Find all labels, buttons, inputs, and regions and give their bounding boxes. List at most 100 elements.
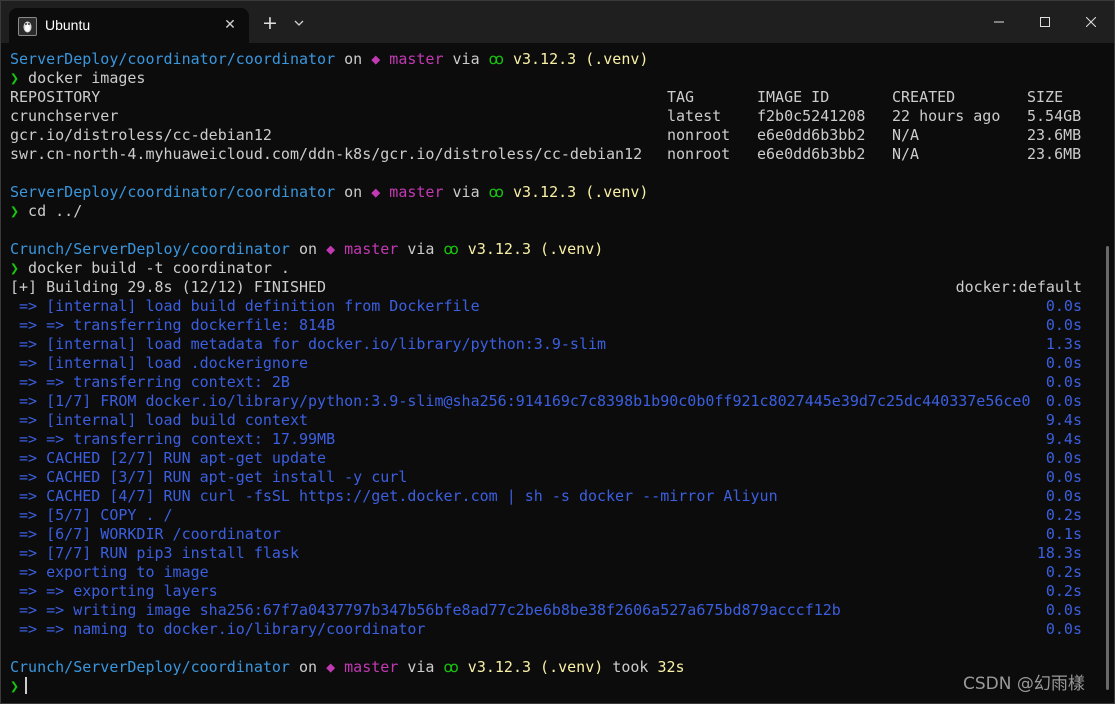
prompt-path: Crunch/ServerDeploy/coordinator bbox=[10, 658, 290, 676]
close-window-button[interactable] bbox=[1068, 1, 1114, 43]
table-header: REPOSITORY TAG IMAGE ID CREATED SIZE bbox=[10, 88, 1064, 106]
prompt-path: ServerDeploy/coordinator/coordinator bbox=[10, 183, 336, 201]
build-step-line: => => transferring context: 17.99MB 9.4s bbox=[10, 430, 1082, 449]
prompt-path: ServerDeploy/coordinator/coordinator bbox=[10, 50, 336, 68]
git-branch-icon: ◆ bbox=[371, 50, 381, 68]
build-step-text: => [internal] load metadata for docker.i… bbox=[10, 335, 607, 353]
build-step-line: => [internal] load .dockerignore 0.0s bbox=[10, 354, 1082, 373]
git-branch-icon: ◆ bbox=[371, 183, 381, 201]
command-line: ❯ docker build -t coordinator . bbox=[10, 259, 290, 278]
build-step-line: => [1/7] FROM docker.io/library/python:3… bbox=[10, 392, 1082, 411]
prompt-line: Crunch/ServerDeploy/coordinator on ◆ mas… bbox=[10, 658, 685, 676]
build-step-line: => [internal] load build context 9.4s bbox=[10, 411, 1082, 430]
build-step-time: 0.0s bbox=[1045, 601, 1082, 619]
title-bar: Ubuntu ✕ + bbox=[1, 1, 1114, 43]
chevron-down-icon bbox=[294, 20, 304, 26]
close-tab-icon[interactable]: ✕ bbox=[221, 16, 239, 34]
minimize-icon bbox=[994, 21, 1004, 23]
build-step-text: => [internal] load build context bbox=[10, 411, 309, 429]
build-step-line: => [6/7] WORKDIR /coordinator 0.1s bbox=[10, 525, 1082, 544]
build-step-time: 0.0s bbox=[1045, 373, 1082, 391]
prompt-python-version: v3.12.3 (.venv) bbox=[503, 50, 649, 68]
maximize-icon bbox=[1040, 17, 1050, 27]
prompt-branch: master bbox=[380, 183, 444, 201]
build-step-line: => [internal] load build definition from… bbox=[10, 297, 1082, 316]
prompt-branch: master bbox=[335, 658, 399, 676]
prompt-duration: 32s bbox=[657, 658, 685, 676]
build-step-line: => CACHED [2/7] RUN apt-get update 0.0s bbox=[10, 449, 1082, 468]
build-step-text: => CACHED [2/7] RUN apt-get update bbox=[10, 449, 327, 467]
build-step-text: => [1/7] FROM docker.io/library/python:3… bbox=[10, 392, 1031, 410]
build-step-time: 0.0s bbox=[1045, 620, 1082, 638]
build-step-line: => CACHED [3/7] RUN apt-get install -y c… bbox=[10, 468, 1082, 487]
build-step-text: => => transferring context: 17.99MB bbox=[10, 430, 336, 448]
build-step-text: => CACHED [3/7] RUN apt-get install -y c… bbox=[10, 468, 408, 486]
python-icon: ꝏ bbox=[443, 658, 459, 676]
build-step-text: => exporting to image bbox=[10, 563, 209, 581]
build-step-text: => CACHED [4/7] RUN curl -fsSL https://g… bbox=[10, 487, 778, 505]
command-line: ❯ cd ../ bbox=[10, 202, 82, 221]
build-step-text: => [6/7] WORKDIR /coordinator bbox=[10, 525, 281, 543]
build-step-text: => => transferring context: 2B bbox=[10, 373, 290, 391]
command-line: ❯ docker images bbox=[10, 69, 145, 88]
build-step-text: => => writing image sha256:67f7a0437797b… bbox=[10, 601, 841, 619]
build-step-text: => [7/7] RUN pip3 install flask bbox=[10, 544, 299, 562]
build-step-line: => [5/7] COPY . / 0.2s bbox=[10, 506, 1082, 525]
tab-title: Ubuntu bbox=[45, 17, 91, 33]
tab-ubuntu[interactable]: Ubuntu ✕ bbox=[9, 8, 249, 43]
build-step-time: 0.0s bbox=[1045, 487, 1082, 505]
linux-icon bbox=[18, 17, 37, 36]
new-tab-button[interactable]: + bbox=[259, 12, 281, 34]
build-step-line: => exporting to image 0.2s bbox=[10, 563, 1082, 582]
prompt-char: ❯ bbox=[10, 259, 20, 277]
command-text: cd ../ bbox=[19, 202, 83, 220]
minimize-button[interactable] bbox=[976, 1, 1022, 43]
table-row: gcr.io/distroless/cc-debian12 nonroot e6… bbox=[10, 126, 1082, 144]
python-icon: ꝏ bbox=[443, 240, 459, 258]
prompt-branch: master bbox=[380, 50, 444, 68]
prompt-line: ServerDeploy/coordinator/coordinator on … bbox=[10, 50, 649, 68]
python-icon: ꝏ bbox=[488, 183, 504, 201]
build-step-time: 0.0s bbox=[1045, 316, 1082, 334]
build-step-time: 0.0s bbox=[1045, 392, 1082, 410]
build-step-time: 9.4s bbox=[1045, 430, 1082, 448]
command-text: docker build -t coordinator . bbox=[19, 259, 290, 277]
build-step-time: 0.1s bbox=[1045, 525, 1082, 543]
build-status: [+] Building 29.8s (12/12) FINISHED bbox=[10, 278, 327, 296]
close-icon bbox=[1086, 17, 1096, 27]
build-step-time: 0.2s bbox=[1045, 563, 1082, 581]
maximize-button[interactable] bbox=[1022, 1, 1068, 43]
build-step-time: 0.0s bbox=[1045, 468, 1082, 486]
prompt-path: Crunch/ServerDeploy/coordinator bbox=[10, 240, 290, 258]
build-step-line: => CACHED [4/7] RUN curl -fsSL https://g… bbox=[10, 487, 1082, 506]
git-branch-icon: ◆ bbox=[326, 658, 336, 676]
build-step-text: => => transferring dockerfile: 814B bbox=[10, 316, 336, 334]
build-step-line: => => naming to docker.io/library/coordi… bbox=[10, 620, 1082, 639]
build-step-line: => => exporting layers 0.2s bbox=[10, 582, 1082, 601]
prompt-python-version: v3.12.3 (.venv) bbox=[458, 240, 604, 258]
table-row: crunchserver latest f2b0c5241208 22 hour… bbox=[10, 107, 1082, 125]
build-step-text: => [internal] load .dockerignore bbox=[10, 354, 309, 372]
prompt-line: Crunch/ServerDeploy/coordinator on ◆ mas… bbox=[10, 240, 604, 258]
build-step-text: => [internal] load build definition from… bbox=[10, 297, 480, 315]
prompt-char: ❯ bbox=[10, 677, 20, 695]
command-line[interactable]: ❯ bbox=[10, 677, 28, 696]
scrollbar[interactable] bbox=[1106, 246, 1109, 690]
text-cursor bbox=[25, 677, 28, 694]
builder-name: docker:default bbox=[955, 278, 1082, 296]
build-step-time: 18.3s bbox=[1036, 544, 1082, 562]
git-branch-icon: ◆ bbox=[326, 240, 336, 258]
build-step-text: => => exporting layers bbox=[10, 582, 218, 600]
tab-dropdown-button[interactable] bbox=[289, 13, 309, 33]
prompt-char: ❯ bbox=[10, 69, 20, 87]
build-step-line: => => transferring dockerfile: 814B 0.0s bbox=[10, 316, 1082, 335]
build-status-line: [+] Building 29.8s (12/12) FINISHED docke… bbox=[10, 278, 1082, 297]
command-text: docker images bbox=[19, 69, 146, 87]
terminal-output[interactable]: ServerDeploy/coordinator/coordinator on … bbox=[1, 50, 1114, 704]
build-step-line: => [internal] load metadata for docker.i… bbox=[10, 335, 1082, 354]
build-step-text: => => naming to docker.io/library/coordi… bbox=[10, 620, 426, 638]
build-step-time: 0.0s bbox=[1045, 449, 1082, 467]
prompt-branch: master bbox=[335, 240, 399, 258]
build-step-time: 9.4s bbox=[1045, 411, 1082, 429]
build-step-time: 0.0s bbox=[1045, 297, 1082, 315]
